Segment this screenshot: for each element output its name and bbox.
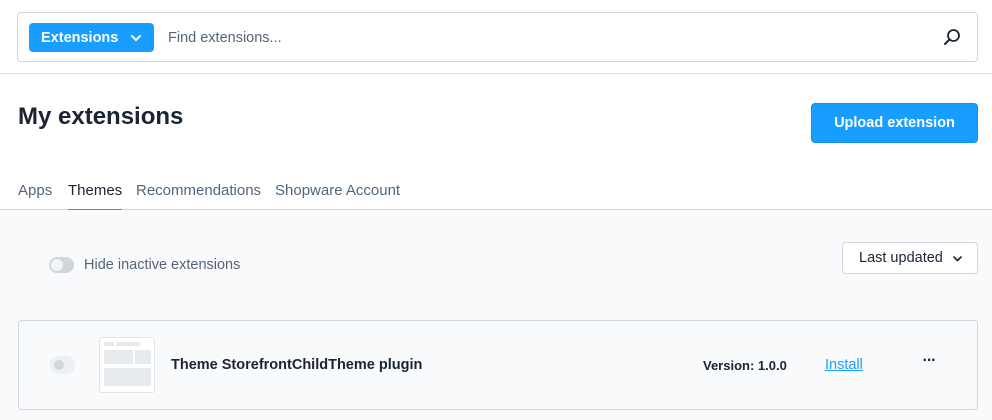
extension-row: Theme StorefrontChildTheme plugin Versio… <box>18 320 978 410</box>
tab-themes[interactable]: Themes <box>68 182 123 211</box>
tab-recommendations[interactable]: Recommendations <box>136 182 261 209</box>
sort-select[interactable]: Last updated <box>842 242 978 274</box>
search-type-label: Extensions <box>41 29 119 46</box>
extension-version: Version: 1.0.0 <box>703 358 787 373</box>
extensions-content: Hide inactive extensions Last updated Th… <box>0 210 992 420</box>
chevron-down-icon <box>131 35 141 41</box>
extension-name: Theme StorefrontChildTheme plugin <box>171 357 423 373</box>
chevron-down-icon <box>953 256 962 262</box>
search-input[interactable] <box>168 23 928 52</box>
hide-inactive-toggle[interactable] <box>49 257 74 273</box>
toggle-knob <box>54 360 64 370</box>
tab-shopware-account[interactable]: Shopware Account <box>275 182 400 209</box>
theme-preview-image <box>99 337 155 393</box>
page-title: My extensions <box>18 103 184 130</box>
tab-apps[interactable]: Apps <box>18 182 52 209</box>
more-actions-button[interactable]: ··· <box>917 353 941 371</box>
sort-select-value: Last updated <box>859 250 943 266</box>
search-icon[interactable] <box>943 28 961 46</box>
toggle-knob <box>51 259 63 271</box>
search-bar-container: Extensions <box>0 0 992 74</box>
hide-inactive-label: Hide inactive extensions <box>84 257 241 273</box>
extension-active-toggle[interactable] <box>50 356 75 374</box>
install-link[interactable]: Install <box>825 357 863 373</box>
search-type-select[interactable]: Extensions <box>29 23 154 52</box>
search-bar: Extensions <box>17 12 978 62</box>
upload-extension-button[interactable]: Upload extension <box>811 103 978 143</box>
tab-bar: Apps Themes Recommendations Shopware Acc… <box>0 170 992 211</box>
